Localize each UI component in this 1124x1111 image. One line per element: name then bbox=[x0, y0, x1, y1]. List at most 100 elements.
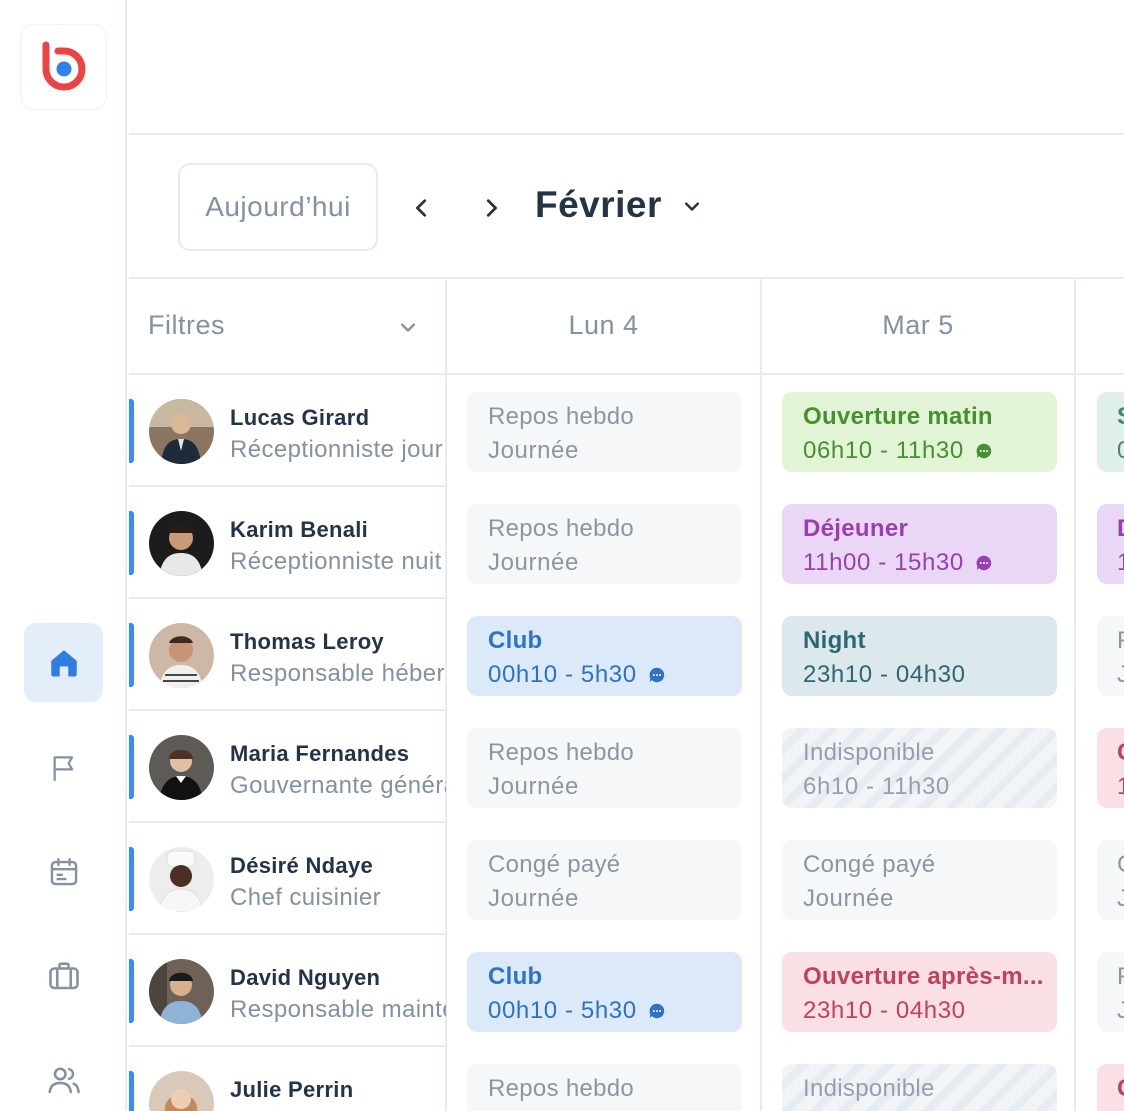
shift-card[interactable]: D 1 bbox=[1097, 504, 1124, 584]
shift-time: 00h10 - 5h30 bbox=[488, 661, 637, 688]
shift-title: Ouverture après-m... bbox=[803, 963, 1044, 990]
employee-name: Désiré Ndaye bbox=[230, 853, 374, 878]
day-header-mon: Lun 4 bbox=[568, 310, 639, 340]
shift-card[interactable]: Congé payé Journée bbox=[467, 840, 742, 920]
nav-home[interactable] bbox=[24, 623, 103, 702]
app-logo[interactable] bbox=[20, 24, 107, 110]
employee-row[interactable]: Julie Perrin bbox=[129, 1047, 446, 1111]
chevron-down-icon bbox=[684, 202, 700, 211]
nav-calendar[interactable] bbox=[24, 832, 103, 911]
employee-row[interactable]: Thomas Leroy Responsable hébergement bbox=[129, 599, 446, 711]
employee-name: Thomas Leroy bbox=[230, 629, 384, 654]
shift-card[interactable]: Repos hebdo bbox=[467, 1064, 742, 1111]
nav-flag[interactable] bbox=[24, 728, 103, 807]
brand-logo-icon bbox=[42, 41, 85, 91]
shift-title: Indisponible bbox=[803, 1075, 935, 1102]
avatar bbox=[149, 847, 214, 912]
flag-icon bbox=[53, 755, 73, 781]
employee-name: Maria Fernandes bbox=[230, 741, 410, 766]
shift-title: S bbox=[1117, 403, 1124, 431]
shift-card[interactable]: F J bbox=[1097, 952, 1124, 1032]
row-accent-bar bbox=[129, 847, 134, 911]
shift-card[interactable]: Repos hebdo Journée bbox=[467, 728, 742, 808]
shift-time: 23h10 - 04h30 bbox=[803, 997, 966, 1024]
users-icon bbox=[47, 1066, 80, 1093]
message-icon[interactable] bbox=[975, 554, 993, 572]
shift-title: Night bbox=[803, 627, 866, 654]
shift-card[interactable]: Ouverture matin 06h10 - 11h30 bbox=[782, 392, 1057, 472]
shift-card[interactable]: Indisponible 6h10 - 11h30 bbox=[782, 728, 1057, 808]
shift-title: Repos hebdo bbox=[488, 1075, 635, 1102]
shift-title: F bbox=[1117, 627, 1124, 655]
shift-card[interactable]: C bbox=[1097, 1064, 1124, 1111]
shift-title: Congé payé bbox=[803, 851, 936, 878]
shift-time: 11h00 - 15h30 bbox=[803, 549, 964, 576]
shift-title: Repos hebdo bbox=[488, 739, 635, 766]
employee-name: Lucas Girard bbox=[230, 405, 370, 430]
today-button[interactable]: Aujourd’hui bbox=[178, 163, 378, 251]
nav-briefcase[interactable] bbox=[24, 936, 103, 1015]
shift-title: D bbox=[1117, 515, 1124, 543]
shift-card[interactable]: Repos hebdo Journée bbox=[467, 392, 742, 472]
column-divider bbox=[760, 277, 762, 1111]
shift-title: C bbox=[1117, 851, 1124, 879]
shift-card[interactable]: C J bbox=[1097, 840, 1124, 920]
month-selector[interactable]: Février bbox=[535, 184, 662, 226]
shift-time: 06h10 - 11h30 bbox=[803, 437, 964, 464]
next-month-button[interactable] bbox=[471, 186, 511, 230]
shift-time: 1 bbox=[1117, 773, 1124, 801]
shift-card[interactable]: Club 00h10 - 5h30 bbox=[467, 952, 742, 1032]
row-accent-bar bbox=[129, 735, 134, 799]
shift-time: Journée bbox=[488, 549, 579, 576]
shift-card[interactable]: C 1 bbox=[1097, 728, 1124, 808]
avatar bbox=[149, 959, 214, 1024]
row-accent-bar bbox=[129, 1071, 134, 1111]
previous-month-button[interactable] bbox=[402, 186, 442, 230]
column-divider bbox=[1074, 277, 1076, 1111]
row-accent-bar bbox=[129, 959, 134, 1023]
shift-card[interactable]: Repos hebdo Journée bbox=[467, 504, 742, 584]
shift-title: C bbox=[1117, 1075, 1124, 1103]
message-icon[interactable] bbox=[648, 1002, 666, 1020]
shift-card[interactable]: Ouverture après-m... 23h10 - 04h30 bbox=[782, 952, 1057, 1032]
employee-row[interactable]: Désiré Ndaye Chef cuisinier bbox=[129, 823, 446, 935]
shift-card[interactable]: Club 00h10 - 5h30 bbox=[467, 616, 742, 696]
shift-time: Journée bbox=[488, 437, 579, 464]
employee-role: Gouvernante générale bbox=[230, 772, 446, 799]
employee-row[interactable]: Lucas Girard Réceptionniste jour bbox=[129, 375, 446, 487]
month-dropdown-toggle[interactable] bbox=[678, 193, 706, 221]
shift-card[interactable]: Indisponible bbox=[782, 1064, 1057, 1111]
shift-card[interactable]: S 0 bbox=[1097, 392, 1124, 472]
briefcase-icon bbox=[48, 961, 79, 989]
shift-time: J bbox=[1117, 997, 1124, 1024]
filters-dropdown-toggle[interactable] bbox=[396, 316, 420, 340]
grid-top-border bbox=[129, 277, 1124, 279]
employee-row[interactable]: David Nguyen Responsable maintenance bbox=[129, 935, 446, 1047]
shift-title: Repos hebdo bbox=[488, 403, 635, 430]
chevron-down-icon bbox=[401, 323, 415, 332]
message-icon[interactable] bbox=[975, 442, 993, 460]
row-accent-bar bbox=[129, 511, 134, 575]
avatar bbox=[149, 399, 214, 464]
shift-card[interactable]: Night 23h10 - 04h30 bbox=[782, 616, 1057, 696]
home-icon bbox=[50, 649, 77, 676]
shift-card[interactable]: Congé payé Journée bbox=[782, 840, 1057, 920]
row-accent-bar bbox=[129, 623, 134, 687]
employee-name: Julie Perrin bbox=[230, 1077, 354, 1102]
shift-card[interactable]: F J bbox=[1097, 616, 1124, 696]
shift-card[interactable]: Déjeuner 11h00 - 15h30 bbox=[782, 504, 1057, 584]
nav-team[interactable] bbox=[24, 1040, 103, 1111]
filters-label[interactable]: Filtres bbox=[148, 310, 225, 341]
avatar bbox=[149, 735, 214, 800]
message-icon[interactable] bbox=[648, 666, 666, 684]
shift-time: J bbox=[1117, 661, 1124, 688]
chevron-right-icon bbox=[486, 199, 497, 217]
employee-row[interactable]: Maria Fernandes Gouvernante générale bbox=[129, 711, 446, 823]
employee-row[interactable]: Karim Benali Réceptionniste nuit bbox=[129, 487, 446, 599]
chevron-left-icon bbox=[416, 199, 427, 217]
day-header-tue: Mar 5 bbox=[882, 310, 954, 340]
shift-title: C bbox=[1117, 739, 1124, 767]
shift-title: Club bbox=[488, 627, 543, 654]
shift-time: Journée bbox=[488, 885, 579, 912]
shift-title: Congé payé bbox=[488, 851, 621, 878]
